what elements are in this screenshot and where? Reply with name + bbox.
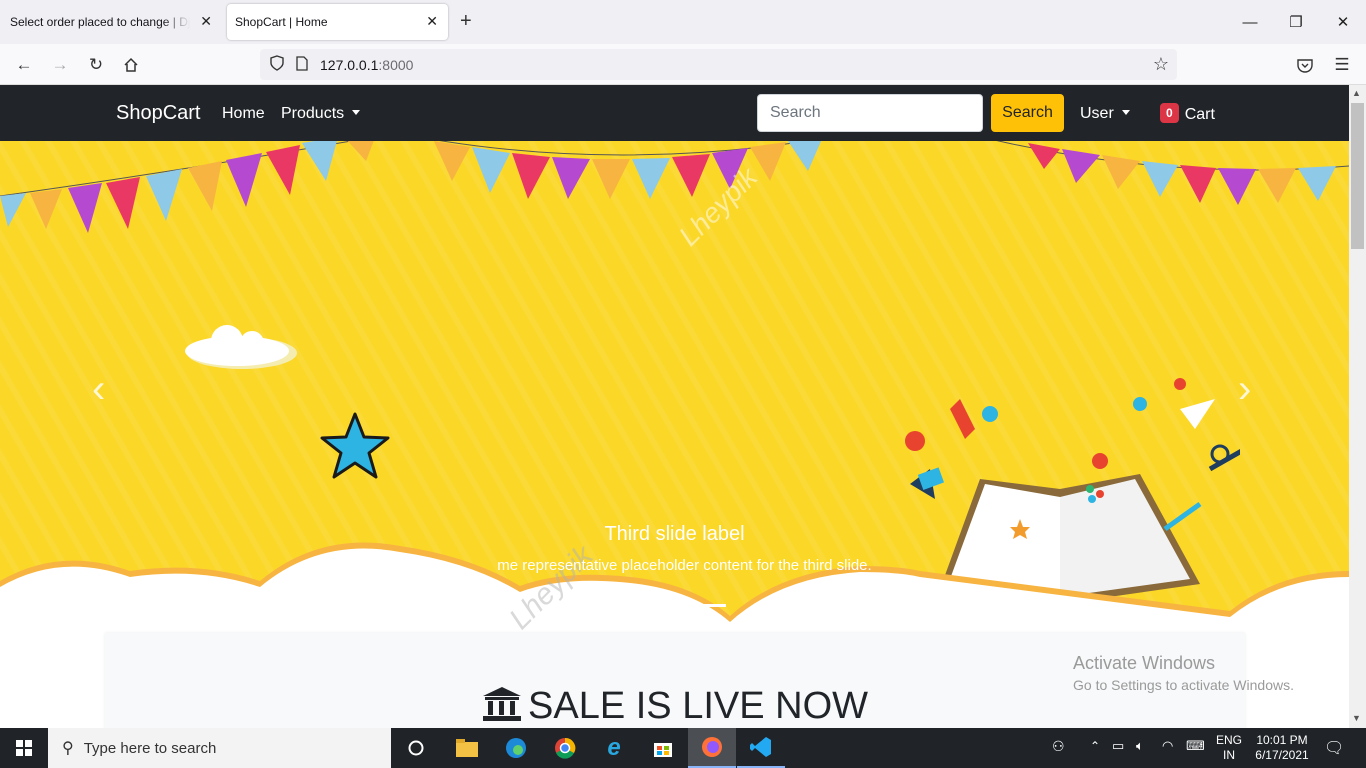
clouds-border-image bbox=[0, 542, 1349, 636]
carousel-indicator[interactable] bbox=[660, 604, 690, 607]
cortana-icon[interactable] bbox=[392, 728, 440, 768]
nav-home-link[interactable]: Home bbox=[222, 105, 265, 123]
tab-django-admin[interactable]: Select order placed to change | Djan ✕ bbox=[0, 4, 222, 40]
carousel-indicator-active[interactable] bbox=[696, 604, 726, 607]
page-viewport: ShopCart Home Products Search User 0 Cart bbox=[0, 85, 1349, 728]
activate-windows-title: Activate Windows bbox=[1073, 653, 1216, 673]
carousel-caption-text: me representative placeholder content fo… bbox=[497, 557, 872, 574]
file-explorer-icon[interactable] bbox=[443, 728, 491, 768]
url-host: 127.0.0.1 bbox=[320, 56, 379, 73]
nav-user-dropdown[interactable]: User bbox=[1080, 105, 1130, 123]
tab-title: Select order placed to change | Djan bbox=[10, 15, 190, 29]
bookmark-star-icon[interactable]: ☆ bbox=[1153, 54, 1169, 75]
keyboard-icon[interactable]: ⌨ bbox=[1186, 738, 1205, 754]
nav-cart-link[interactable]: 0 Cart bbox=[1160, 103, 1215, 124]
activate-windows-text: Go to Settings to activate Windows. bbox=[1073, 677, 1294, 693]
scrollbar-thumb[interactable] bbox=[1351, 103, 1364, 249]
scroll-up-icon[interactable]: ▲ bbox=[1352, 88, 1361, 98]
browser-toolbar: ← → ↻ 127.0.0.1:8000 ☆ ☰ bbox=[0, 44, 1366, 85]
forward-icon[interactable]: → bbox=[47, 52, 73, 78]
page-scrollbar[interactable]: ▲ ▼ bbox=[1349, 85, 1366, 728]
window-close-icon[interactable]: ✕ bbox=[1320, 0, 1366, 44]
home-icon[interactable] bbox=[118, 52, 144, 78]
sale-title-text: SALE IS LIVE NOW bbox=[528, 685, 868, 727]
back-icon[interactable]: ← bbox=[11, 52, 37, 78]
cart-count-badge: 0 bbox=[1160, 103, 1179, 123]
browser-window: Select order placed to change | Djan ✕ S… bbox=[0, 0, 1366, 728]
region-code: IN bbox=[1223, 748, 1235, 762]
wifi-icon[interactable]: ◠ bbox=[1162, 738, 1173, 754]
carousel-caption-title: Third slide label bbox=[604, 523, 745, 545]
battery-icon[interactable]: ▭ bbox=[1112, 738, 1124, 754]
close-icon[interactable]: ✕ bbox=[426, 13, 438, 30]
close-icon[interactable]: ✕ bbox=[200, 13, 212, 30]
address-bar[interactable]: 127.0.0.1:8000 ☆ bbox=[260, 49, 1177, 80]
nav-products-dropdown[interactable]: Products bbox=[281, 105, 361, 123]
chrome-icon[interactable] bbox=[541, 728, 589, 768]
star-image bbox=[320, 412, 390, 479]
scroll-down-icon[interactable]: ▼ bbox=[1352, 713, 1361, 723]
windows-start-icon[interactable] bbox=[0, 728, 48, 768]
volume-icon[interactable]: 🔈︎ bbox=[1136, 738, 1144, 754]
page-icon bbox=[296, 55, 308, 74]
search-input[interactable] bbox=[757, 94, 983, 132]
restore-icon[interactable]: ❐ bbox=[1273, 0, 1319, 44]
shield-icon[interactable] bbox=[270, 55, 284, 74]
store-icon[interactable] bbox=[639, 728, 687, 768]
nav-user-label: User bbox=[1080, 105, 1114, 122]
chevron-down-icon bbox=[352, 110, 361, 115]
minimize-icon[interactable]: — bbox=[1227, 0, 1273, 44]
url-port: :8000 bbox=[378, 56, 414, 73]
tab-title: ShopCart | Home bbox=[235, 15, 328, 29]
cart-label: Cart bbox=[1184, 106, 1215, 123]
firefox-icon[interactable] bbox=[688, 728, 736, 768]
clock-date: 6/17/2021 bbox=[1255, 748, 1309, 762]
new-tab-icon[interactable]: + bbox=[460, 10, 472, 33]
tab-strip: Select order placed to change | Djan ✕ S… bbox=[0, 0, 1366, 44]
people-icon[interactable]: ⚇ bbox=[1052, 738, 1065, 755]
search-button[interactable]: Search bbox=[991, 94, 1064, 132]
vscode-icon[interactable] bbox=[737, 728, 785, 768]
clock[interactable]: 10:01 PM 6/17/2021 bbox=[1252, 733, 1312, 763]
taskbar-search-box[interactable]: ⚲ Type here to search bbox=[48, 728, 391, 768]
carousel: Lheypik Lheypik ‹ › Third slide label me… bbox=[0, 141, 1349, 636]
reload-icon[interactable]: ↻ bbox=[83, 52, 109, 78]
bank-icon bbox=[483, 687, 521, 721]
site-navbar: ShopCart Home Products Search User 0 Cart bbox=[0, 85, 1349, 141]
notifications-icon[interactable]: 🗨︎ bbox=[1324, 738, 1344, 758]
language-indicator[interactable]: ENG IN bbox=[1216, 733, 1242, 763]
nav-products-label: Products bbox=[281, 105, 345, 122]
chevron-down-icon bbox=[1121, 110, 1130, 115]
bunting-flags-image bbox=[0, 141, 1349, 233]
menu-icon[interactable]: ☰ bbox=[1329, 52, 1355, 78]
chevron-up-icon[interactable]: ⌃ bbox=[1090, 739, 1100, 753]
carousel-next-icon[interactable]: › bbox=[1238, 367, 1251, 412]
edge-icon[interactable] bbox=[492, 728, 540, 768]
pocket-icon[interactable] bbox=[1292, 52, 1318, 78]
internet-explorer-icon[interactable]: e bbox=[590, 728, 638, 768]
clock-time: 10:01 PM bbox=[1256, 733, 1308, 747]
brand-logo[interactable]: ShopCart bbox=[116, 102, 201, 125]
cloud-image bbox=[185, 325, 297, 369]
taskbar-search-placeholder: Type here to search bbox=[83, 739, 217, 757]
carousel-prev-icon[interactable]: ‹ bbox=[92, 367, 105, 412]
windows-taskbar: ⚲ Type here to search e ⚇ ⌃ ▭ 🔈︎ ◠ ⌨ ENG… bbox=[0, 728, 1366, 768]
language-code: ENG bbox=[1216, 733, 1243, 747]
tab-shopcart-home[interactable]: ShopCart | Home ✕ bbox=[227, 4, 448, 40]
search-icon: ⚲ bbox=[62, 740, 74, 757]
